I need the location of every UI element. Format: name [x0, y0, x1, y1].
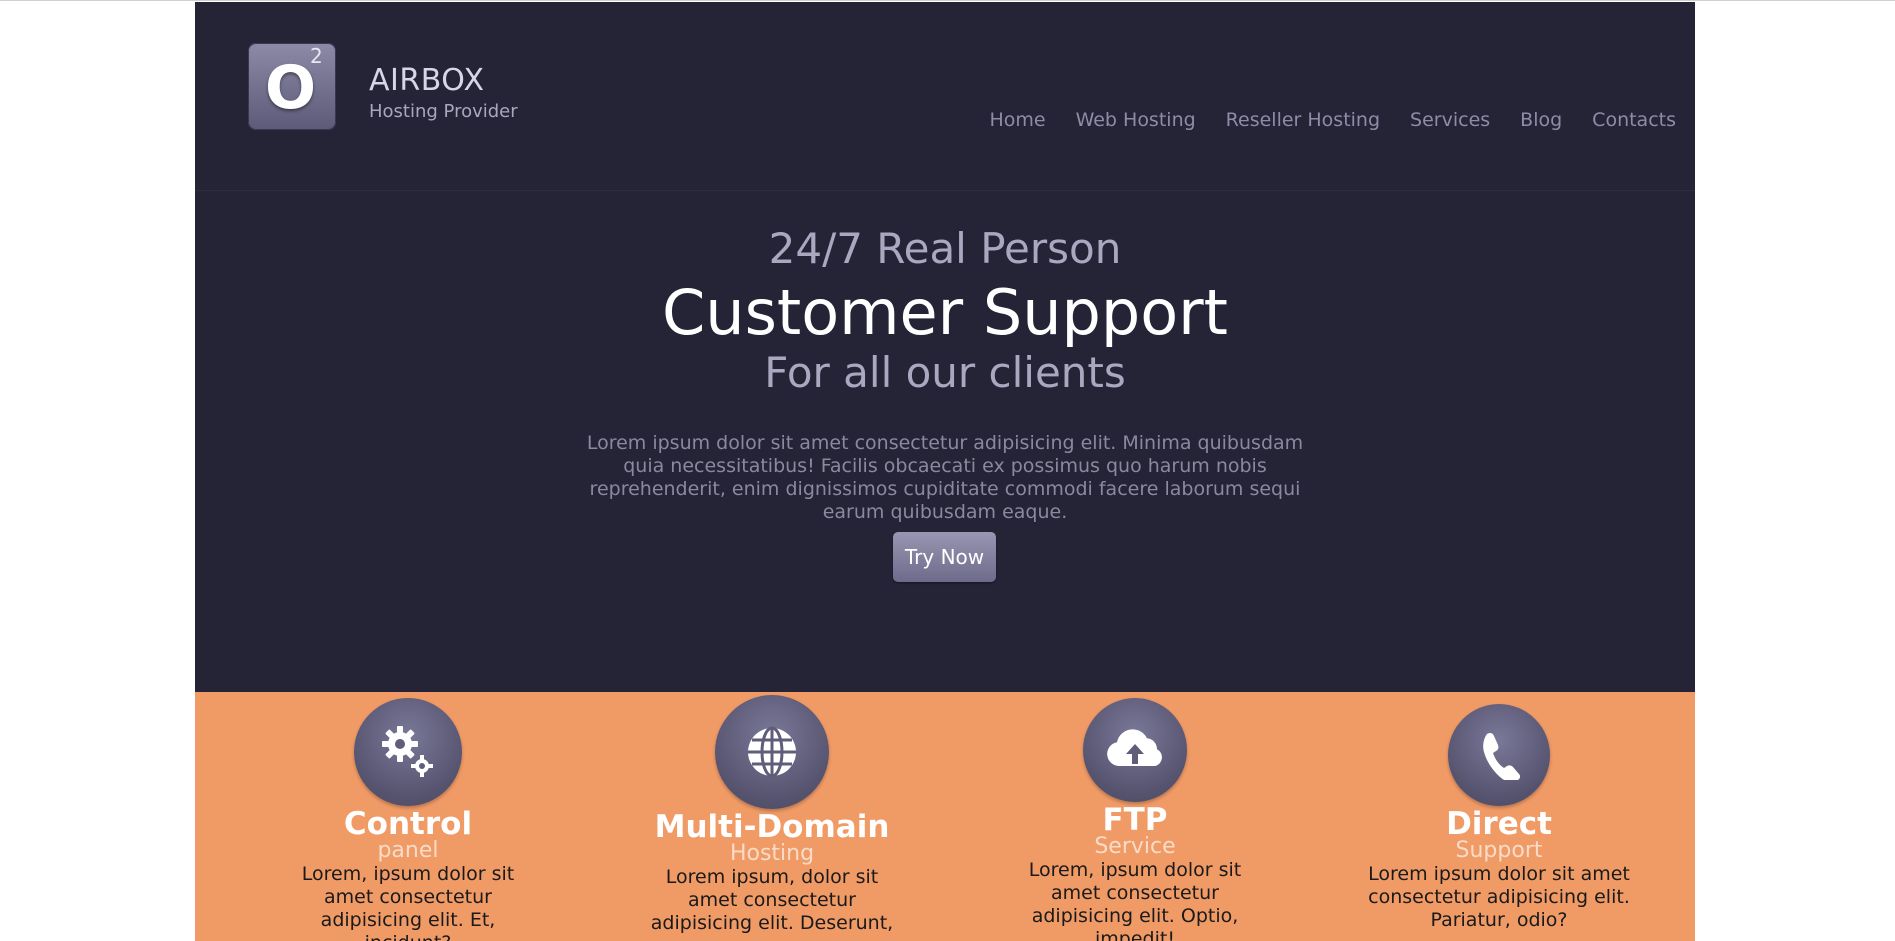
- feature-direct-support: Direct Support Lorem ipsum dolor sit ame…: [1359, 692, 1639, 932]
- hero-description: Lorem ipsum dolor sit amet consectetur a…: [586, 432, 1304, 523]
- feature-description: Lorem ipsum, dolor sit amet consectetur …: [650, 866, 894, 941]
- features-section: Control panel Lorem, ipsum dolor sit ame…: [195, 692, 1695, 941]
- feature-multi-domain-hosting: Multi-Domain Hosting Lorem ipsum, dolor …: [632, 692, 912, 941]
- logo[interactable]: O 2: [248, 43, 336, 130]
- main-nav: Home Web Hosting Reseller Hosting Servic…: [989, 108, 1676, 132]
- feature-title: FTP: [1102, 802, 1168, 838]
- brand-tagline: Hosting Provider: [369, 101, 518, 122]
- feature-description: Lorem ipsum dolor sit amet consectetur a…: [1368, 863, 1630, 931]
- feature-subtitle: Service: [1094, 834, 1176, 859]
- nav-item-services[interactable]: Services: [1410, 108, 1490, 132]
- brand-name[interactable]: AIRBOX: [369, 64, 485, 98]
- feature-description: Lorem, ipsum dolor sit amet consectetur …: [1028, 859, 1242, 941]
- hero-section: 24/7 Real Person Customer Support For al…: [195, 191, 1695, 692]
- top-border: [0, 0, 1895, 1]
- hero-title: Customer Support: [662, 276, 1228, 349]
- try-now-button[interactable]: Try Now: [893, 532, 996, 582]
- feature-subtitle: panel: [377, 838, 439, 863]
- gears-icon: [354, 698, 462, 806]
- logo-superscript: 2: [310, 44, 323, 68]
- page: O 2 AIRBOX Hosting Provider Home Web Hos…: [195, 2, 1695, 941]
- nav-item-web-hosting[interactable]: Web Hosting: [1076, 108, 1196, 132]
- feature-description: Lorem, ipsum dolor sit amet consectetur …: [301, 863, 515, 941]
- feature-control-panel: Control panel Lorem, ipsum dolor sit ame…: [268, 692, 548, 941]
- nav-item-contacts[interactable]: Contacts: [1592, 108, 1676, 132]
- site-header: O 2 AIRBOX Hosting Provider Home Web Hos…: [195, 2, 1695, 191]
- nav-item-home[interactable]: Home: [989, 108, 1045, 132]
- hero-subtitle: For all our clients: [764, 348, 1126, 397]
- nav-item-blog[interactable]: Blog: [1520, 108, 1562, 132]
- feature-title: Multi-Domain: [654, 809, 890, 845]
- nav-item-reseller-hosting[interactable]: Reseller Hosting: [1226, 108, 1380, 132]
- hero-kicker: 24/7 Real Person: [768, 224, 1122, 273]
- globe-icon: [715, 695, 829, 809]
- feature-ftp-service: FTP Service Lorem, ipsum dolor sit amet …: [995, 692, 1275, 941]
- cloud-upload-icon: [1083, 698, 1187, 802]
- phone-icon: [1448, 704, 1550, 806]
- logo-letter: O: [265, 53, 317, 123]
- feature-title: Direct: [1446, 806, 1552, 842]
- feature-title: Control: [343, 806, 473, 842]
- feature-subtitle: Support: [1455, 838, 1543, 863]
- feature-subtitle: Hosting: [729, 841, 815, 866]
